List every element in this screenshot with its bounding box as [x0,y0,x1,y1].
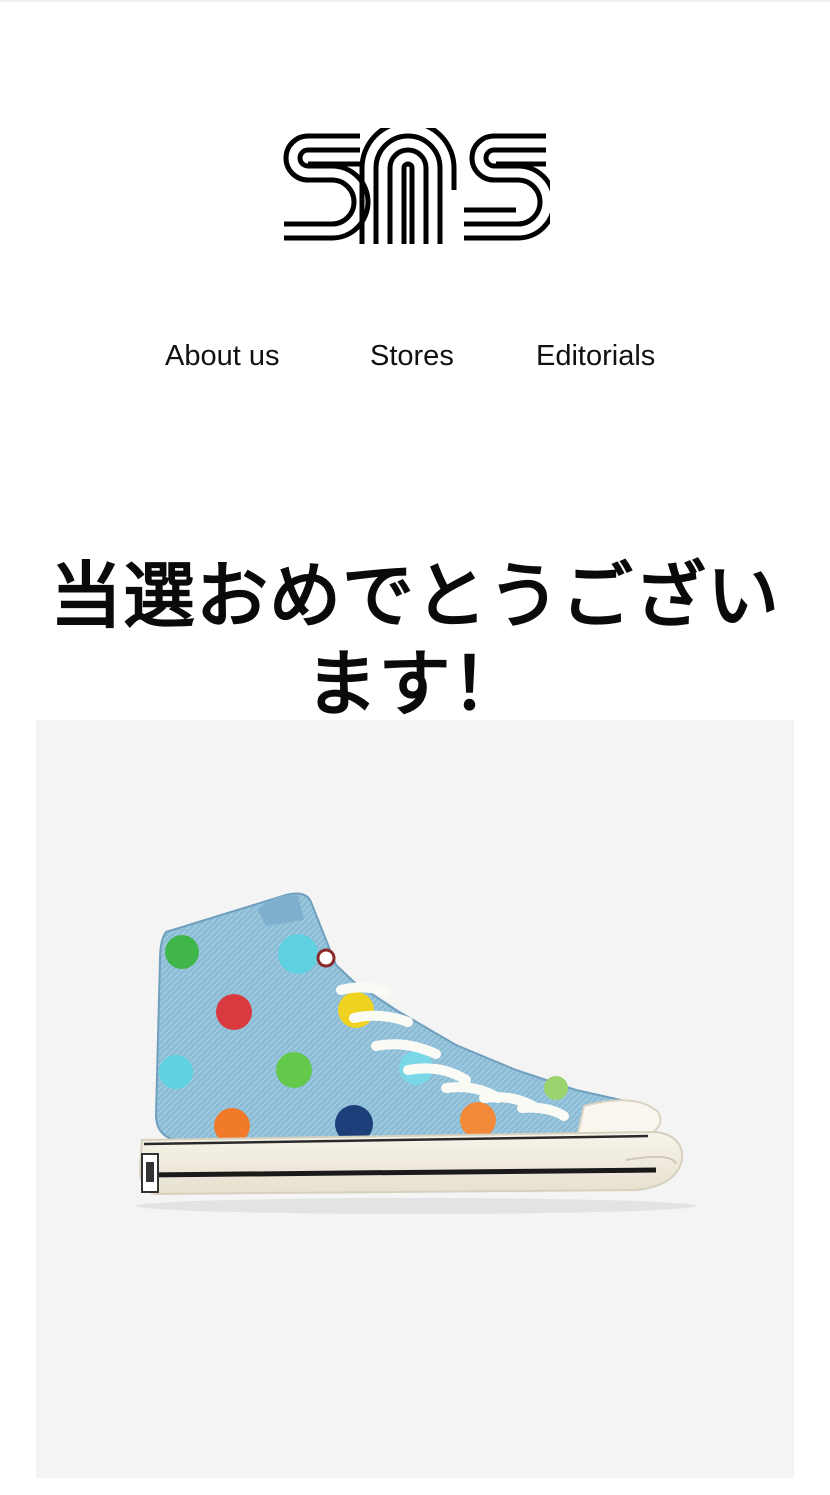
sneaker-illustration-icon [136,892,696,1214]
top-divider [0,0,830,2]
congratulations-headline: 当選おめでとうございます！ [49,554,780,727]
nav-about-us-link[interactable]: About us [165,334,279,378]
product-image[interactable] [36,720,794,1478]
sns-logo-icon[interactable] [280,119,557,252]
nav-stores-link[interactable]: Stores [370,334,454,378]
nav-editorials-link[interactable]: Editorials [536,334,655,378]
main-nav: About us Stores Editorials [0,334,830,378]
